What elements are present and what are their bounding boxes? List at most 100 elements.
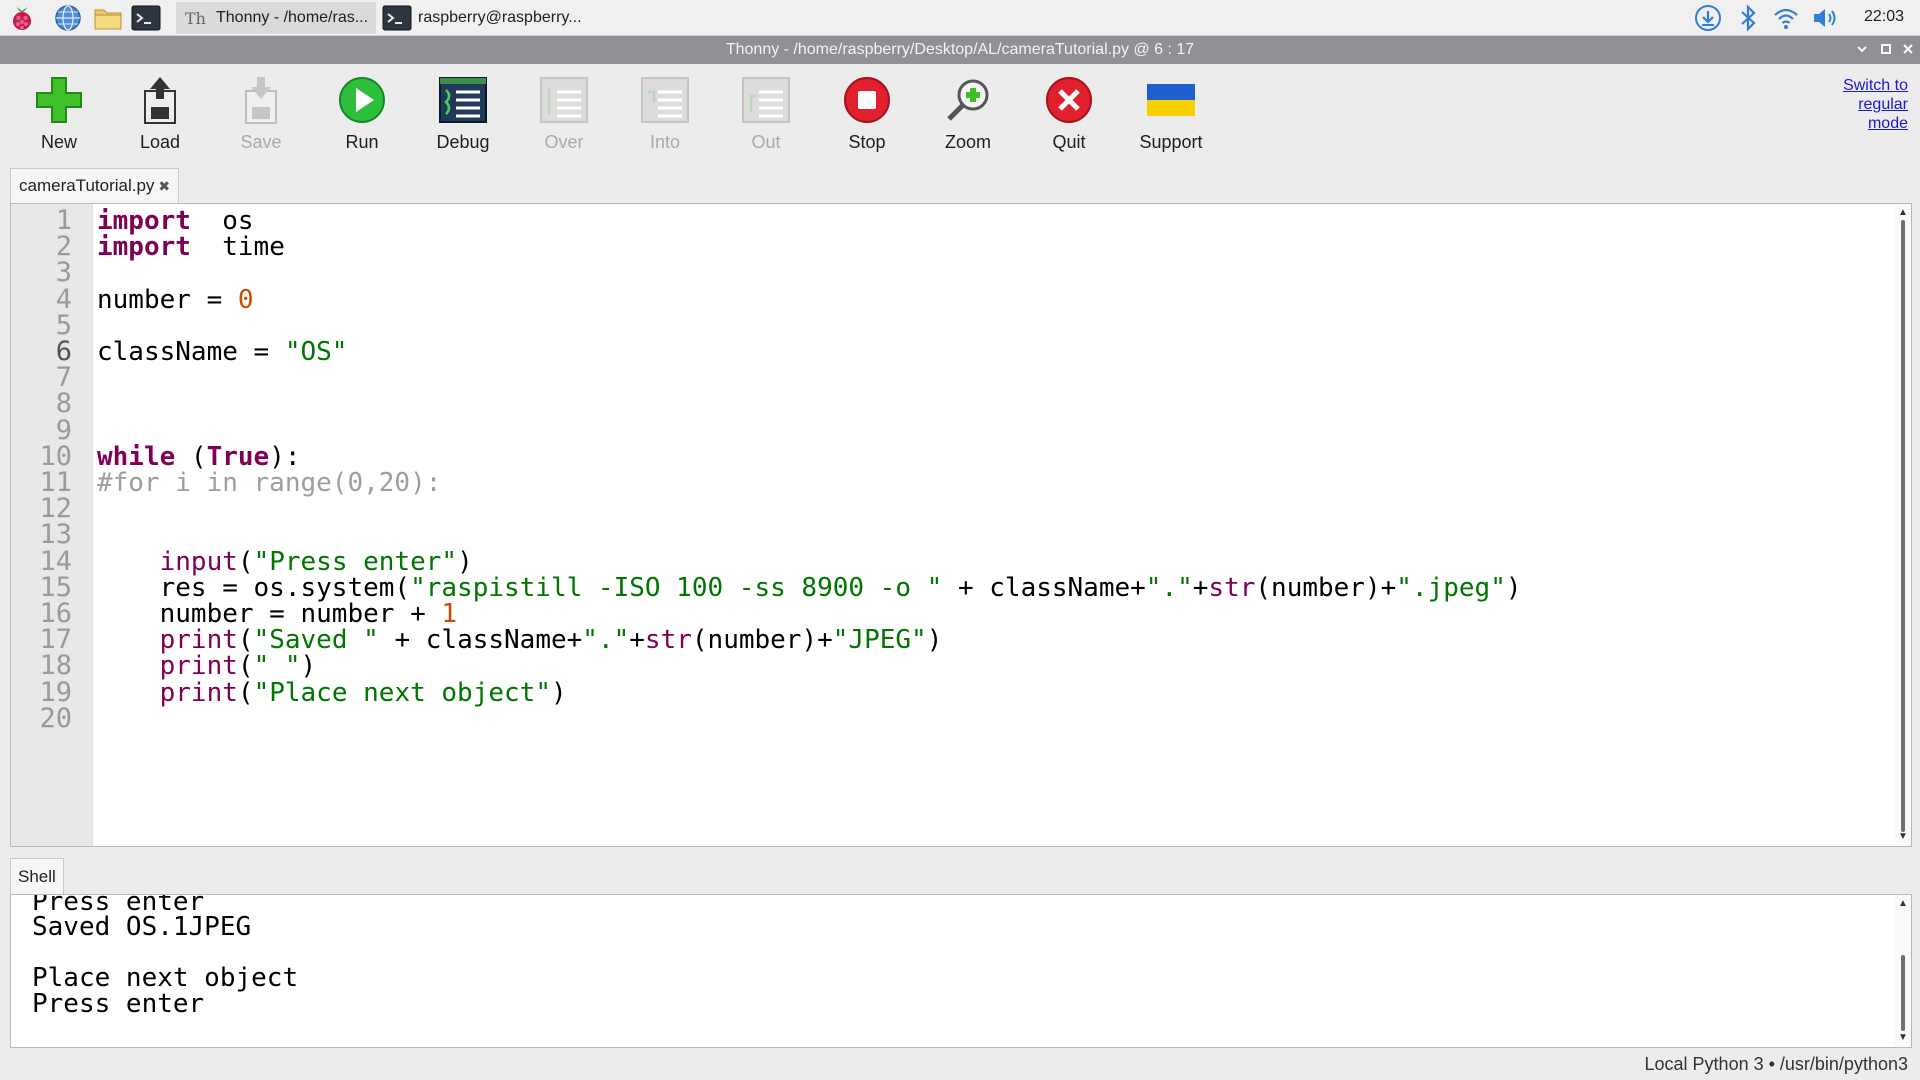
code-line[interactable]: className = "OS" xyxy=(97,336,347,368)
taskbar-task-terminal[interactable]: raspberry@raspberry... xyxy=(378,2,598,34)
clock[interactable]: 22:03 xyxy=(1864,8,1904,26)
code-token: + className+ xyxy=(378,625,583,656)
taskbar-task-thonny[interactable]: Th Thonny - /home/ras... xyxy=(176,2,376,34)
toolbar: New Load Save Run Debug Over Into Out St… xyxy=(0,64,1920,168)
editor-scrollbar[interactable]: ▲ ▼ xyxy=(1895,204,1911,846)
code-token: str xyxy=(1208,572,1256,603)
close-window-button[interactable] xyxy=(1898,40,1918,60)
window-title: Thonny - /home/raspberry/Desktop/AL/came… xyxy=(725,41,1195,58)
stop-button-label: Stop xyxy=(848,132,886,152)
step-over-icon xyxy=(536,72,592,128)
load-button-label: Load xyxy=(139,132,181,152)
scroll-up-icon[interactable]: ▲ xyxy=(1895,206,1911,220)
debug-button[interactable]: Debug xyxy=(413,72,513,162)
taskbar-task-label: Thonny - /home/ras... xyxy=(216,9,369,26)
ukraine-flag-icon xyxy=(1143,72,1199,128)
run-button-label: Run xyxy=(345,132,379,152)
code-line[interactable]: import time xyxy=(97,231,285,263)
terminal-icon xyxy=(382,5,412,31)
quit-button-label: Quit xyxy=(1052,132,1086,152)
code-token: ) xyxy=(1505,572,1522,603)
window-title-bar[interactable]: Thonny - /home/raspberry/Desktop/AL/came… xyxy=(0,36,1920,64)
code-token: number = xyxy=(97,284,238,315)
code-token: time xyxy=(190,232,285,263)
minimize-button[interactable] xyxy=(1852,40,1872,60)
line-number: 20 xyxy=(39,702,72,734)
code-token: "." xyxy=(1145,572,1193,603)
web-browser-icon[interactable] xyxy=(52,3,84,33)
editor-tab-camera-tutorial[interactable]: cameraTutorial.py ✖ xyxy=(10,168,180,203)
save-file-icon xyxy=(233,72,289,128)
step-out-button-label: Out xyxy=(751,132,781,152)
code-token: "JPEG" xyxy=(832,625,927,656)
taskbar: Th Thonny - /home/ras... raspberry@raspb… xyxy=(0,0,1920,36)
step-over-button[interactable]: Over xyxy=(514,72,614,162)
step-into-button-label: Into xyxy=(649,132,681,152)
update-icon[interactable] xyxy=(1692,3,1724,33)
code-token: + xyxy=(1192,572,1209,603)
quit-icon xyxy=(1041,72,1097,128)
line-number-gutter: 1 2 3 4 5 6 7 8 9 10 11 12 13 14 15 16 17 18 19 20 xyxy=(11,204,93,846)
code-token: 0 xyxy=(237,284,254,315)
volume-icon[interactable] xyxy=(1810,3,1842,33)
code-line[interactable]: print("Place next object") xyxy=(97,677,567,709)
taskbar-task-label: raspberry@raspberry... xyxy=(418,9,582,26)
save-button[interactable]: Save xyxy=(211,72,311,162)
shell-tab[interactable]: Shell xyxy=(10,858,64,894)
new-button[interactable]: New xyxy=(9,72,109,162)
file-manager-icon[interactable] xyxy=(92,3,124,33)
status-bar: Local Python 3 • /usr/bin/python3 xyxy=(0,1048,1920,1080)
code-line[interactable]: #for i in range(0,20): xyxy=(97,467,441,499)
code-token: "OS" xyxy=(284,337,348,367)
switch-to-regular-mode-link[interactable]: Switch to regular mode xyxy=(1843,76,1908,133)
scroll-down-icon[interactable]: ▼ xyxy=(1895,830,1911,844)
code-token: + xyxy=(629,625,645,656)
scrollbar-thumb[interactable] xyxy=(1901,955,1905,1031)
zoom-button-label: Zoom xyxy=(944,132,991,152)
shell-tab-label: Shell xyxy=(18,866,56,886)
interpreter-status[interactable]: Local Python 3 • /usr/bin/python3 xyxy=(1645,1054,1908,1075)
code-token: str xyxy=(644,625,692,656)
scroll-up-icon[interactable]: ▲ xyxy=(1895,897,1911,911)
wifi-icon[interactable] xyxy=(1770,3,1802,33)
zoom-button[interactable]: Zoom xyxy=(918,72,1018,162)
stop-button[interactable]: Stop xyxy=(817,72,917,162)
shell-scrollbar[interactable]: ▲ ▼ xyxy=(1895,895,1911,1047)
code-token: (number)+ xyxy=(691,625,833,656)
load-button[interactable]: Load xyxy=(110,72,210,162)
maximize-button[interactable] xyxy=(1876,40,1896,60)
svg-text:Th: Th xyxy=(185,9,206,28)
scrollbar-thumb[interactable] xyxy=(1901,220,1905,832)
scroll-down-icon[interactable]: ▼ xyxy=(1895,1031,1911,1045)
step-out-button[interactable]: Out xyxy=(716,72,816,162)
stop-icon xyxy=(839,72,895,128)
raspberry-menu-icon[interactable] xyxy=(6,3,38,33)
support-button[interactable]: Support xyxy=(1121,72,1221,162)
code-token: "raspistill -ISO 100 -ss 8900 -o " xyxy=(410,572,943,603)
code-token: ( xyxy=(237,677,254,708)
debug-button-label: Debug xyxy=(436,132,490,152)
step-into-icon xyxy=(637,72,693,128)
shell-output-line: Saved OS.1JPEG xyxy=(32,912,252,943)
zoom-icon xyxy=(940,72,996,128)
code-token: import xyxy=(97,232,191,263)
support-button-label: Support xyxy=(1139,132,1203,152)
save-button-label: Save xyxy=(240,132,282,152)
close-tab-icon[interactable]: ✖ xyxy=(158,178,170,195)
new-button-label: New xyxy=(40,132,77,152)
run-button[interactable]: Run xyxy=(312,72,412,162)
terminal-icon[interactable] xyxy=(130,3,162,33)
code-line[interactable]: number = 0 xyxy=(97,284,254,316)
code-token: #for i in range(0,20): xyxy=(97,468,442,498)
code-editor[interactable]: 1 2 3 4 5 6 7 8 9 10 11 12 13 14 15 16 17 18 19 20 import o… xyxy=(10,203,1912,847)
quit-button[interactable]: Quit xyxy=(1019,72,1119,162)
code-token: className = xyxy=(97,337,285,367)
step-into-button[interactable]: Into xyxy=(615,72,715,162)
debug-icon xyxy=(435,72,491,128)
editor-tab-label: cameraTutorial.py xyxy=(19,176,155,195)
code-token: "Place next object" xyxy=(253,677,551,708)
code-area[interactable]: import os import time number = 0 className … xyxy=(97,204,1887,846)
shell-console[interactable]: Press enter Saved OS.1JPEG Place next obje… xyxy=(10,894,1912,1048)
bluetooth-icon[interactable] xyxy=(1732,3,1764,33)
code-token: "." xyxy=(582,625,630,656)
